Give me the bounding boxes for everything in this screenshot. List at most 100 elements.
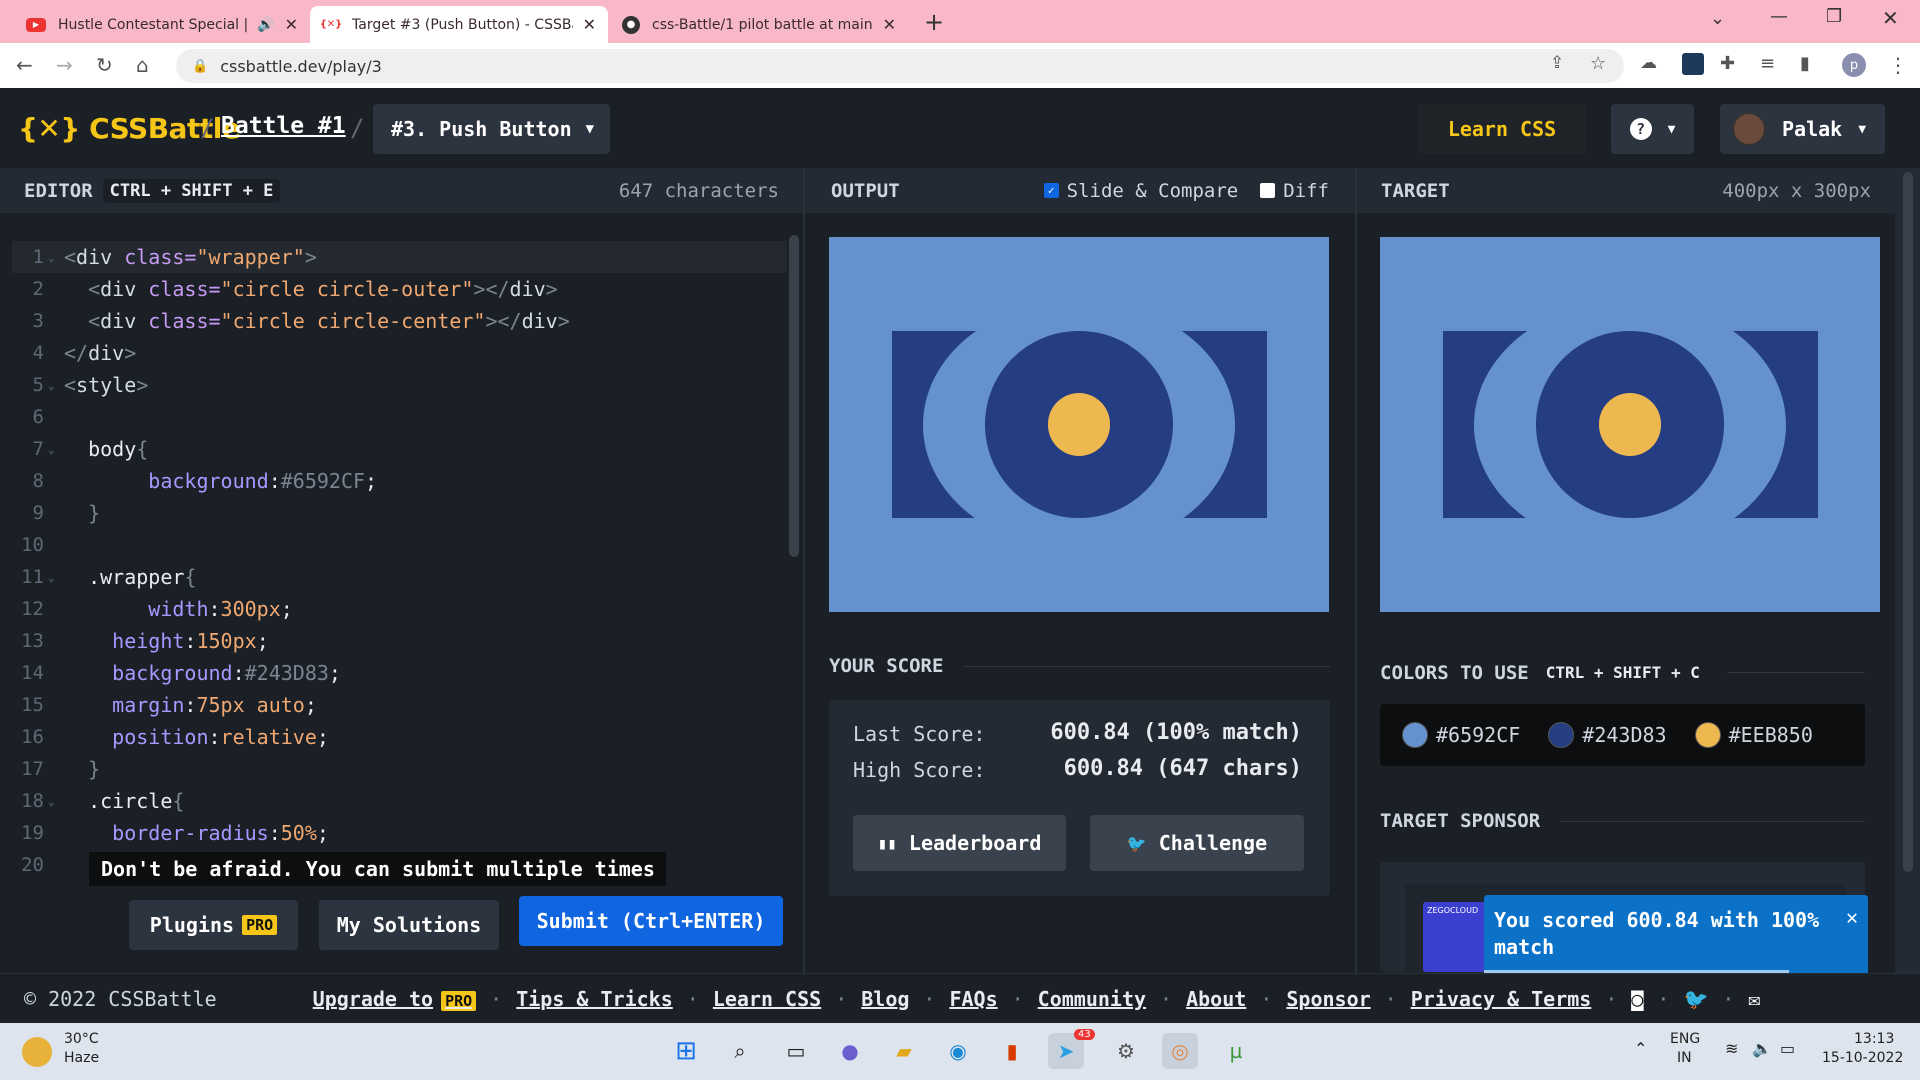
code-line[interactable]: 8 background:#6592CF; xyxy=(12,465,787,497)
code-lines[interactable]: 1 ⌄ <div class="wrapper"> 2 <div class="cir… xyxy=(12,241,787,881)
challenge-button[interactable]: 🐦 Challenge xyxy=(1090,815,1304,871)
chevron-up-icon[interactable]: ⌃ xyxy=(1634,1039,1647,1058)
user-menu-button[interactable]: Palak ▼ xyxy=(1720,104,1885,154)
learn-css-button[interactable]: Learn CSS xyxy=(1418,104,1586,154)
sponsor-image[interactable]: ZEGOCLOUD xyxy=(1423,902,1493,972)
clock-time[interactable]: 13:13 xyxy=(1854,1031,1894,1047)
color-swatch[interactable]: #243D83 xyxy=(1548,722,1667,748)
color-swatch[interactable]: #6592CF xyxy=(1402,722,1520,748)
output-canvas[interactable] xyxy=(829,237,1329,612)
fold-chevron-icon[interactable]: ⌄ xyxy=(44,251,64,264)
tab-youtube[interactable]: ▶ Hustle Contestant Special | K 🔊 ✕ xyxy=(14,6,310,43)
code-line[interactable]: 11 ⌄ .wrapper{ xyxy=(12,561,787,593)
media-icon[interactable]: ≡ xyxy=(1760,53,1775,74)
slide-compare-checkbox[interactable]: ✓ xyxy=(1043,183,1059,198)
start-icon[interactable]: ⊞ xyxy=(668,1033,704,1069)
code-line[interactable]: 14 background:#243D83; xyxy=(12,657,787,689)
code-line[interactable]: 7 ⌄ body{ xyxy=(12,433,787,465)
restore-button[interactable]: ❐ xyxy=(1826,6,1842,27)
code-line[interactable]: 19 border-radius:50%; xyxy=(12,817,787,849)
close-window-button[interactable]: ✕ xyxy=(1882,6,1899,30)
minimize-button[interactable]: — xyxy=(1770,6,1788,27)
code-line[interactable]: 15 margin:75px auto; xyxy=(12,689,787,721)
code-line[interactable]: 12 width:300px; xyxy=(12,593,787,625)
chrome-icon[interactable]: ◎ xyxy=(1162,1033,1198,1069)
utorrent-icon[interactable]: µ xyxy=(1218,1033,1254,1069)
wifi-icon[interactable]: ≋ xyxy=(1725,1039,1738,1058)
search-icon[interactable]: ⌕ xyxy=(722,1033,758,1069)
back-icon[interactable]: ← xyxy=(16,53,33,77)
footer-link-learn-css[interactable]: Learn CSS xyxy=(713,987,821,1011)
fold-chevron-icon[interactable]: ⌄ xyxy=(44,795,64,808)
weather-icon[interactable] xyxy=(22,1037,52,1067)
code-line[interactable]: 1 ⌄ <div class="wrapper"> xyxy=(12,241,787,273)
footer-link-faqs[interactable]: FAQs xyxy=(949,987,997,1011)
code-line[interactable]: 17 } xyxy=(12,753,787,785)
code-line[interactable]: 4 </div> xyxy=(12,337,787,369)
file-explorer-icon[interactable]: ▰ xyxy=(886,1033,922,1069)
code-line[interactable]: 10 xyxy=(12,529,787,561)
code-line[interactable]: 18 ⌄ .circle{ xyxy=(12,785,787,817)
toast-close-icon[interactable]: ✕ xyxy=(1846,905,1858,929)
my-solutions-button[interactable]: My Solutions xyxy=(319,900,499,950)
target-selector[interactable]: #3. Push Button ▼ xyxy=(373,104,610,154)
volume-icon[interactable]: 🔈 xyxy=(1752,1039,1772,1058)
menu-dots-icon[interactable]: ⋮ xyxy=(1888,53,1908,77)
footer-link-tips[interactable]: Tips & Tricks xyxy=(516,987,673,1011)
footer-link-blog[interactable]: Blog xyxy=(861,987,909,1011)
code-line[interactable]: 3 <div class="circle circle-center"></di… xyxy=(12,305,787,337)
leaderboard-button[interactable]: ▮▮ Leaderboard xyxy=(853,815,1066,871)
code-line[interactable]: 5 ⌄ <style> xyxy=(12,369,787,401)
tab-cssbattle[interactable]: {✕} Target #3 (Push Button) - CSSBat ✕ xyxy=(310,6,608,43)
footer-link-sponsor[interactable]: Sponsor xyxy=(1286,987,1370,1011)
diff-checkbox[interactable] xyxy=(1260,183,1276,198)
discord-icon[interactable]: ◙ xyxy=(1631,987,1643,1011)
settings-icon[interactable]: ⚙ xyxy=(1108,1033,1144,1069)
close-tab-icon[interactable]: ✕ xyxy=(583,15,596,34)
sidepanel-icon[interactable]: ▮ xyxy=(1800,53,1810,74)
close-tab-icon[interactable]: ✕ xyxy=(285,15,298,34)
puzzle-icon[interactable]: ✚ xyxy=(1720,53,1735,74)
code-line[interactable]: 6 xyxy=(12,401,787,433)
tab-search-icon[interactable]: ⌄ xyxy=(1710,8,1725,29)
battle-link[interactable]: Battle #1 xyxy=(221,113,346,139)
profile-icon[interactable]: p xyxy=(1842,53,1866,77)
code-line[interactable]: 9 } xyxy=(12,497,787,529)
speaker-icon[interactable]: 🔊 xyxy=(257,17,274,33)
page-scrollbar[interactable] xyxy=(1895,168,1920,973)
code-line[interactable]: 13 height:150px; xyxy=(12,625,787,657)
office-icon[interactable]: ▮ xyxy=(994,1033,1030,1069)
code-line[interactable]: 16 position:relative; xyxy=(12,721,787,753)
color-swatch[interactable]: #EEB850 xyxy=(1694,722,1813,748)
code-line[interactable]: 2 <div class="circle circle-outer"></div… xyxy=(12,273,787,305)
share-icon[interactable]: ⇪ xyxy=(1550,53,1564,73)
battery-icon[interactable]: ▭ xyxy=(1780,1039,1795,1058)
fold-chevron-icon[interactable]: ⌄ xyxy=(44,443,64,456)
fold-chevron-icon[interactable]: ⌄ xyxy=(44,379,64,392)
twitter-icon[interactable]: 🐦 xyxy=(1683,987,1708,1011)
task-view-icon[interactable]: ▭ xyxy=(778,1033,814,1069)
fold-chevron-icon[interactable]: ⌄ xyxy=(44,571,64,584)
bookmark-star-icon[interactable]: ☆ xyxy=(1590,53,1606,74)
forward-icon[interactable]: → xyxy=(56,53,73,77)
plugins-button[interactable]: Plugins PRO xyxy=(129,900,298,950)
home-icon[interactable]: ⌂ xyxy=(136,53,149,77)
reload-icon[interactable]: ↻ xyxy=(96,53,113,77)
react-devtools-icon[interactable] xyxy=(1682,53,1704,75)
tab-github[interactable]: ● css-Battle/1 pilot battle at main · ✕ xyxy=(610,6,908,43)
mail-icon[interactable]: ✉ xyxy=(1748,987,1760,1011)
new-tab-button[interactable]: + xyxy=(924,8,944,36)
language[interactable]: ENG xyxy=(1670,1031,1700,1047)
editor-scrollbar[interactable] xyxy=(789,235,799,557)
footer-link-community[interactable]: Community xyxy=(1038,987,1146,1011)
edge-icon[interactable]: ◉ xyxy=(940,1033,976,1069)
footer-link-upgrade[interactable]: Upgrade to PRO xyxy=(313,987,477,1011)
chat-icon[interactable]: ● xyxy=(832,1033,868,1069)
url-bar[interactable]: 🔒 cssbattle.dev/play/3 xyxy=(176,49,1624,83)
help-menu-button[interactable]: ? ▼ xyxy=(1611,104,1694,154)
extension-icon[interactable]: ☁ xyxy=(1640,53,1657,73)
footer-link-about[interactable]: About xyxy=(1186,987,1246,1011)
submit-button[interactable]: Submit (Ctrl+ENTER) xyxy=(519,896,783,946)
close-tab-icon[interactable]: ✕ xyxy=(883,15,896,34)
footer-link-privacy[interactable]: Privacy & Terms xyxy=(1411,987,1592,1011)
